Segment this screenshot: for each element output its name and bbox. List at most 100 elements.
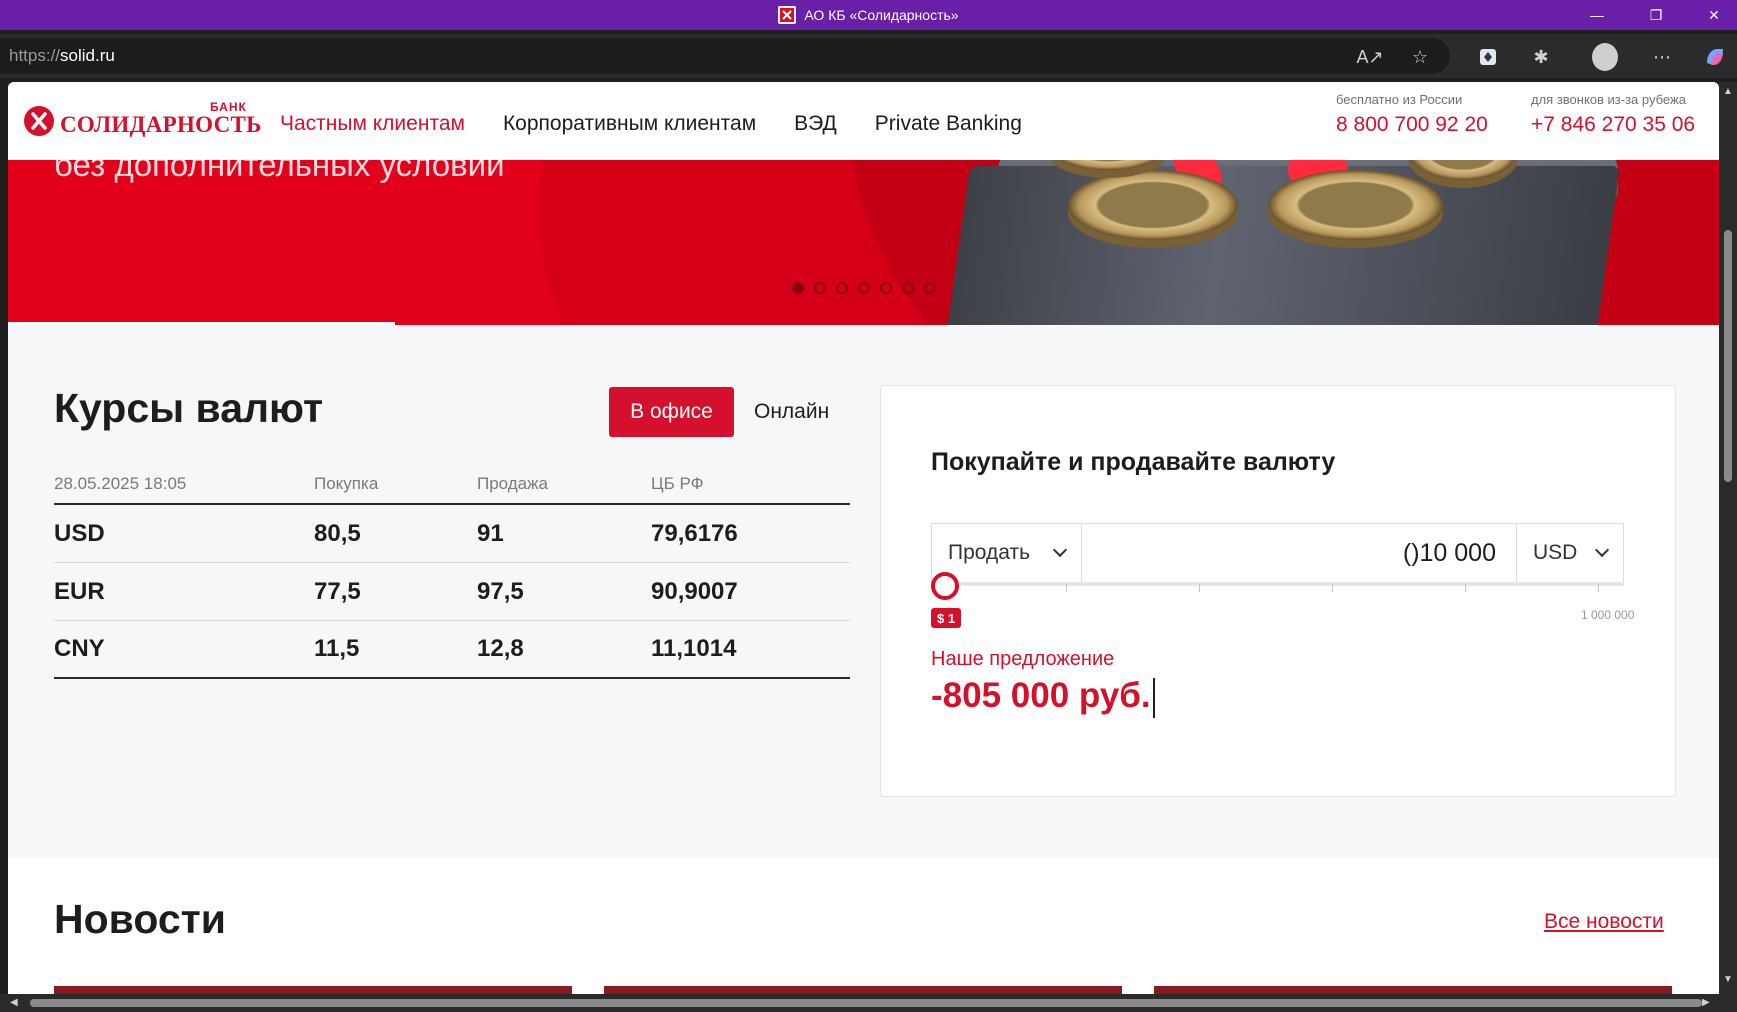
site-favicon-icon bbox=[778, 6, 797, 24]
offer-value-wrap: -805 000 руб. bbox=[931, 676, 1155, 718]
chevron-down-icon bbox=[1594, 542, 1610, 558]
site-header: БАНК СОЛИДАРНОСТЬ Частным клиентам Корпо… bbox=[8, 82, 1719, 160]
phone-russia-number[interactable]: 8 800 700 92 20 bbox=[1336, 113, 1488, 137]
slider-dot[interactable] bbox=[880, 282, 892, 294]
extension-icon[interactable] bbox=[1475, 44, 1501, 70]
rates-date: 28.05.2025 18:05 bbox=[54, 474, 187, 493]
read-aloud-icon[interactable]: A↗ bbox=[1356, 44, 1383, 70]
vertical-scrollbar[interactable]: ▲ ▼ bbox=[1719, 82, 1737, 994]
logo-name-text: СОЛИДАРНОСТЬ bbox=[60, 112, 262, 137]
window-title-text: АО КБ «Солидарность» bbox=[804, 7, 959, 23]
scroll-left-arrow-icon[interactable]: ◀ bbox=[10, 997, 18, 1008]
more-icon[interactable]: ⋯ bbox=[1649, 44, 1675, 70]
news-card[interactable] bbox=[604, 986, 1122, 994]
horizontal-scrollbar[interactable]: ◀ ▶ bbox=[0, 994, 1737, 1012]
logo-mark-icon bbox=[24, 106, 54, 136]
rates-table: 28.05.2025 18:05 Покупка Продажа ЦБ РФ U… bbox=[54, 465, 850, 679]
window-title: АО КБ «Солидарность» bbox=[0, 0, 1737, 30]
scroll-up-arrow-icon[interactable]: ▲ bbox=[1723, 86, 1733, 97]
nav-private-clients[interactable]: Частным клиентам bbox=[280, 112, 465, 136]
exchange-calculator: Покупайте и продавайте валюту Продать ()… bbox=[880, 385, 1676, 797]
col-sell: Продажа bbox=[477, 474, 548, 493]
window-titlebar: АО КБ «Солидарность» — ❐ ✕ bbox=[0, 0, 1737, 30]
slider-dot[interactable] bbox=[814, 282, 826, 294]
buy-rate: 11,5 bbox=[314, 635, 360, 662]
hero-banner[interactable]: без дополнительных условий bbox=[8, 160, 1719, 325]
phone-abroad-caption: для звонков из-за рубежа bbox=[1531, 92, 1686, 107]
horizontal-scroll-thumb[interactable] bbox=[30, 999, 1702, 1007]
slider-max-label: 1 000 000 bbox=[1581, 608, 1635, 622]
col-cbr: ЦБ РФ bbox=[651, 474, 704, 493]
slider-tick bbox=[1465, 584, 1466, 592]
currency-rates: Курсы валют В офисе Онлайн 28.05.2025 18… bbox=[54, 385, 850, 679]
tab-office[interactable]: В офисе bbox=[609, 387, 734, 437]
slider-dot[interactable] bbox=[858, 282, 870, 294]
amount-slider-track[interactable] bbox=[931, 582, 1624, 586]
slider-tick bbox=[1332, 584, 1333, 592]
slider-dot[interactable] bbox=[792, 282, 804, 294]
url-host: solid.ru bbox=[60, 46, 115, 65]
sell-rate: 91 bbox=[477, 519, 504, 547]
offer-caption: Наше предложение bbox=[931, 648, 1115, 670]
address-bar[interactable]: https:// solid.ru bbox=[0, 38, 1450, 74]
exchange-title: Покупайте и продавайте валюту bbox=[931, 448, 1336, 476]
restore-button[interactable]: ❐ bbox=[1634, 0, 1678, 30]
sell-rate: 97,5 bbox=[477, 577, 524, 605]
slider-tick bbox=[1066, 584, 1067, 592]
favorite-star-icon[interactable]: ☆ bbox=[1407, 44, 1433, 70]
page-viewport: БАНК СОЛИДАРНОСТЬ Частным клиентам Корпо… bbox=[8, 82, 1719, 994]
operation-select[interactable]: Продать bbox=[932, 524, 1082, 582]
sell-rate: 12,8 bbox=[477, 635, 524, 662]
currency-select[interactable]: USD bbox=[1516, 524, 1623, 582]
chevron-down-icon bbox=[1052, 542, 1068, 558]
currency-code: CNY bbox=[54, 635, 105, 662]
bank-logo[interactable]: БАНК СОЛИДАРНОСТЬ bbox=[24, 100, 261, 144]
slider-dots bbox=[792, 282, 936, 294]
phone-abroad-number[interactable]: +7 846 270 35 06 bbox=[1531, 113, 1695, 137]
nav-private-banking[interactable]: Private Banking bbox=[875, 112, 1022, 136]
offer-value: -805 000 руб. bbox=[931, 676, 1151, 715]
hero-slogan: без дополнительных условий bbox=[54, 160, 505, 183]
cbr-rate: 90,9007 bbox=[651, 577, 738, 605]
slider-dot[interactable] bbox=[902, 282, 914, 294]
news-card[interactable] bbox=[1154, 986, 1672, 994]
copilot-icon[interactable] bbox=[1702, 44, 1728, 70]
minimize-button[interactable]: — bbox=[1575, 0, 1619, 30]
cbr-rate: 79,6176 bbox=[651, 519, 738, 547]
currency-code: EUR bbox=[54, 577, 105, 605]
all-news-link[interactable]: Все новости bbox=[1544, 910, 1664, 934]
close-button[interactable]: ✕ bbox=[1692, 0, 1736, 30]
amount-input[interactable]: ()10 000 bbox=[1082, 524, 1516, 582]
news-section: Новости Все новости bbox=[8, 858, 1719, 994]
browser-toolbar: https:// solid.ru A↗ ☆ ✱ ⋯ bbox=[0, 34, 1737, 78]
slider-dot[interactable] bbox=[836, 282, 848, 294]
cbr-rate: 11,1014 bbox=[651, 635, 737, 662]
nav-corporate-clients[interactable]: Корпоративным клиентам bbox=[503, 112, 756, 136]
vertical-scroll-thumb[interactable] bbox=[1724, 230, 1732, 482]
puzzle-icon[interactable]: ✱ bbox=[1528, 44, 1554, 70]
currency-value: USD bbox=[1533, 541, 1578, 564]
news-card[interactable] bbox=[54, 986, 572, 994]
slider-tick bbox=[1199, 584, 1200, 592]
profile-icon[interactable] bbox=[1592, 43, 1618, 71]
slider-tick bbox=[1598, 584, 1599, 592]
buy-rate: 80,5 bbox=[314, 519, 361, 547]
phone-abroad: для звонков из-за рубежа +7 846 270 35 0… bbox=[1531, 92, 1695, 137]
slider-value-label: $ 1 bbox=[931, 608, 962, 628]
tab-online[interactable]: Онлайн bbox=[754, 387, 829, 437]
operation-value: Продать bbox=[948, 541, 1031, 564]
table-row: EUR 77,5 97,5 90,9007 bbox=[54, 563, 850, 621]
currency-code: USD bbox=[54, 519, 105, 547]
news-title: Новости bbox=[54, 896, 226, 942]
hero-coin bbox=[1068, 170, 1238, 240]
slider-dot[interactable] bbox=[924, 282, 936, 294]
main-nav: Частным клиентам Корпоративным клиентам … bbox=[280, 112, 1022, 136]
rates-table-header: 28.05.2025 18:05 Покупка Продажа ЦБ РФ bbox=[54, 465, 850, 505]
nav-ved[interactable]: ВЭД bbox=[794, 112, 837, 136]
table-row: USD 80,5 91 79,6176 bbox=[54, 505, 850, 563]
text-cursor bbox=[1152, 677, 1155, 718]
scroll-down-arrow-icon[interactable]: ▼ bbox=[1723, 974, 1733, 985]
amount-slider-handle[interactable] bbox=[931, 572, 959, 600]
scroll-right-arrow-icon[interactable]: ▶ bbox=[1702, 997, 1710, 1008]
phone-russia: бесплатно из России 8 800 700 92 20 bbox=[1336, 92, 1488, 137]
